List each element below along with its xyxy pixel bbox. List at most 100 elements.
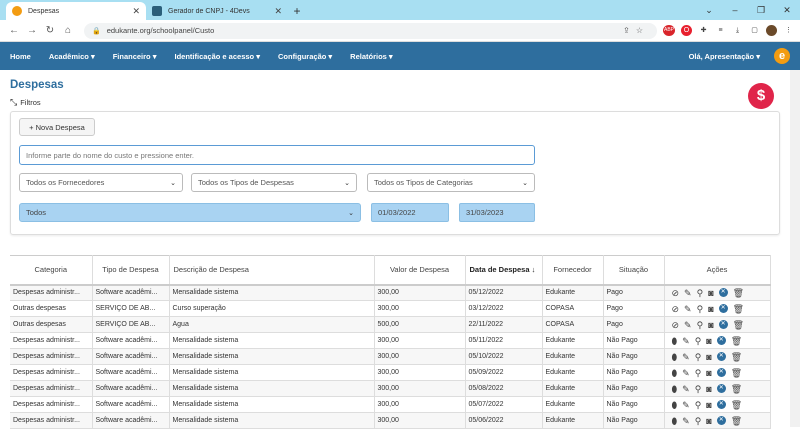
delete-x-icon[interactable]: ✕ bbox=[716, 384, 726, 393]
date-from-input[interactable]: 01/03/2022 bbox=[371, 203, 449, 222]
camera-icon[interactable]: ◙ bbox=[706, 352, 711, 362]
camera-icon[interactable]: ◙ bbox=[706, 416, 711, 426]
browser-tab-gerador[interactable]: Gerador de CNPJ - 4Devs ✕ bbox=[146, 2, 288, 20]
table-row[interactable]: Despesas administr... Software acadêmi...… bbox=[10, 396, 771, 413]
camera-icon[interactable]: ◙ bbox=[708, 288, 713, 298]
media-icon[interactable]: ≡ bbox=[715, 25, 726, 36]
minimize-icon[interactable]: – bbox=[722, 0, 748, 20]
pay-icon[interactable]: ⬮ bbox=[672, 352, 678, 362]
table-row[interactable]: Despesas administr... Software acadêmi...… bbox=[10, 412, 771, 429]
table-row[interactable]: Despesas administr... Software acadêmi...… bbox=[10, 332, 771, 349]
reload-icon[interactable]: ↻ bbox=[42, 25, 58, 36]
pay-icon[interactable]: ⬮ bbox=[672, 336, 678, 346]
edit-icon[interactable]: ✎ bbox=[682, 352, 690, 362]
delete-x-icon[interactable]: ✕ bbox=[716, 400, 726, 409]
trash-icon[interactable]: 🗑 bbox=[733, 288, 744, 298]
camera-icon[interactable]: ◙ bbox=[706, 400, 711, 410]
category-select[interactable]: Todos os Tipos de Categorias ⌄ bbox=[367, 173, 535, 192]
pay-icon[interactable]: ⬮ bbox=[672, 416, 678, 426]
browser-menu-icon[interactable]: ⋮ bbox=[783, 25, 794, 36]
edit-icon[interactable]: ✎ bbox=[682, 416, 690, 426]
filters-toggle[interactable]: ⤡ Filtros bbox=[10, 97, 790, 108]
trash-icon[interactable]: 🗑 bbox=[731, 352, 742, 362]
share-star-icon[interactable]: ⇪☆ bbox=[623, 26, 649, 35]
col-header-tipo[interactable]: Tipo de Despesa bbox=[92, 255, 170, 286]
delete-x-icon[interactable]: ✕ bbox=[718, 320, 728, 329]
close-tab-icon[interactable]: ✕ bbox=[274, 6, 282, 17]
pay-icon[interactable]: ⬮ bbox=[672, 400, 678, 410]
puzzle-extensions-icon[interactable]: ✚ bbox=[698, 25, 709, 36]
table-row[interactable]: Outras despesas SERVIÇO DE AB... Agua 500,0… bbox=[10, 316, 771, 333]
forward-icon[interactable]: → bbox=[24, 25, 40, 36]
edit-icon[interactable]: ✎ bbox=[684, 320, 692, 330]
col-header-fornecedor[interactable]: Fornecedor bbox=[542, 255, 604, 286]
col-header-data[interactable]: Data de Despesa ↓ bbox=[465, 255, 543, 286]
camera-icon[interactable]: ◙ bbox=[706, 368, 711, 378]
new-expense-button[interactable]: + Nova Despesa bbox=[19, 118, 95, 136]
view-icon[interactable]: ⚲ bbox=[695, 400, 702, 410]
nav-academico[interactable]: Acadêmico ▾ bbox=[49, 52, 95, 61]
nav-relatorios[interactable]: Relatórios ▾ bbox=[350, 52, 393, 61]
delete-x-icon[interactable]: ✕ bbox=[718, 304, 728, 313]
adblock-extension-icon[interactable]: ABP bbox=[663, 25, 675, 36]
table-row[interactable]: Despesas administr... Software acadêmi...… bbox=[10, 284, 771, 301]
table-row[interactable]: Despesas administr... Software acadêmi...… bbox=[10, 348, 771, 365]
col-header-situacao[interactable]: Situação bbox=[603, 255, 665, 286]
home-icon[interactable]: ⌂ bbox=[60, 25, 76, 36]
view-icon[interactable]: ⚲ bbox=[697, 288, 704, 298]
view-icon[interactable]: ⚲ bbox=[695, 416, 702, 426]
pay-icon[interactable]: ⬮ bbox=[672, 368, 678, 378]
delete-x-icon[interactable]: ✕ bbox=[716, 368, 726, 377]
trash-icon[interactable]: 🗑 bbox=[731, 400, 742, 410]
delete-x-icon[interactable]: ✕ bbox=[718, 288, 728, 298]
edit-icon[interactable]: ✎ bbox=[682, 400, 690, 410]
search-input[interactable]: Informe parte do nome do custo e pressio… bbox=[19, 145, 535, 165]
close-window-icon[interactable]: ✕ bbox=[774, 0, 800, 20]
trash-icon[interactable]: 🗑 bbox=[733, 320, 744, 330]
camera-icon[interactable]: ◙ bbox=[706, 336, 711, 346]
back-icon[interactable]: ← bbox=[6, 25, 22, 36]
edit-icon[interactable]: ✎ bbox=[684, 288, 692, 298]
pay-icon[interactable]: ⬮ bbox=[672, 384, 678, 394]
col-header-valor[interactable]: Valor de Despesa bbox=[374, 255, 466, 286]
edit-icon[interactable]: ✎ bbox=[682, 336, 690, 346]
opera-extension-icon[interactable]: O bbox=[681, 25, 692, 36]
nav-financeiro[interactable]: Financeiro ▾ bbox=[113, 52, 157, 61]
delete-x-icon[interactable]: ✕ bbox=[716, 336, 726, 345]
view-icon[interactable]: ⚲ bbox=[695, 336, 702, 346]
view-icon[interactable]: ⚲ bbox=[695, 352, 702, 362]
cancel-payment-icon[interactable]: ⊘ bbox=[672, 288, 680, 298]
cancel-payment-icon[interactable]: ⊘ bbox=[672, 304, 680, 314]
nav-identificacao[interactable]: Identificação e acesso ▾ bbox=[175, 52, 260, 61]
browser-tab-despesas[interactable]: Despesas ✕ bbox=[6, 2, 146, 20]
url-field[interactable]: 🔒 edukante.org/schoolpanel/Custo ⇪☆ bbox=[84, 22, 657, 39]
col-header-categoria[interactable]: Categoria bbox=[10, 255, 93, 286]
download-icon[interactable]: ⤓ bbox=[732, 25, 743, 36]
close-tab-icon[interactable]: ✕ bbox=[132, 6, 140, 17]
supplier-select[interactable]: Todos os Fornecedores ⌄ bbox=[19, 173, 183, 192]
date-to-input[interactable]: 31/03/2023 bbox=[459, 203, 535, 222]
table-row[interactable]: Outras despesas SERVIÇO DE AB... Curso sup… bbox=[10, 300, 771, 317]
cancel-payment-icon[interactable]: ⊘ bbox=[672, 320, 680, 330]
nav-configuracao[interactable]: Configuração ▾ bbox=[278, 52, 332, 61]
delete-x-icon[interactable]: ✕ bbox=[716, 352, 726, 361]
camera-icon[interactable]: ◙ bbox=[708, 320, 713, 330]
table-row[interactable]: Despesas administr... Software acadêmi...… bbox=[10, 364, 771, 381]
trash-icon[interactable]: 🗑 bbox=[731, 336, 742, 346]
camera-icon[interactable]: ◙ bbox=[708, 304, 713, 314]
trash-icon[interactable]: 🗑 bbox=[731, 368, 742, 378]
edit-icon[interactable]: ✎ bbox=[682, 384, 690, 394]
edit-icon[interactable]: ✎ bbox=[682, 368, 690, 378]
sidepanel-icon[interactable]: ▢ bbox=[749, 25, 760, 36]
camera-icon[interactable]: ◙ bbox=[706, 384, 711, 394]
new-tab-button[interactable]: + bbox=[288, 2, 306, 20]
view-icon[interactable]: ⚲ bbox=[697, 304, 704, 314]
trash-icon[interactable]: 🗑 bbox=[733, 304, 744, 314]
trash-icon[interactable]: 🗑 bbox=[731, 416, 742, 426]
delete-x-icon[interactable]: ✕ bbox=[716, 416, 726, 425]
trash-icon[interactable]: 🗑 bbox=[731, 384, 742, 394]
nav-home[interactable]: Home bbox=[10, 52, 31, 61]
restore-icon[interactable]: ❐ bbox=[748, 0, 774, 20]
expense-type-select[interactable]: Todos os Tipos de Despesas ⌄ bbox=[191, 173, 357, 192]
status-select[interactable]: Todos ⌄ bbox=[19, 203, 361, 222]
